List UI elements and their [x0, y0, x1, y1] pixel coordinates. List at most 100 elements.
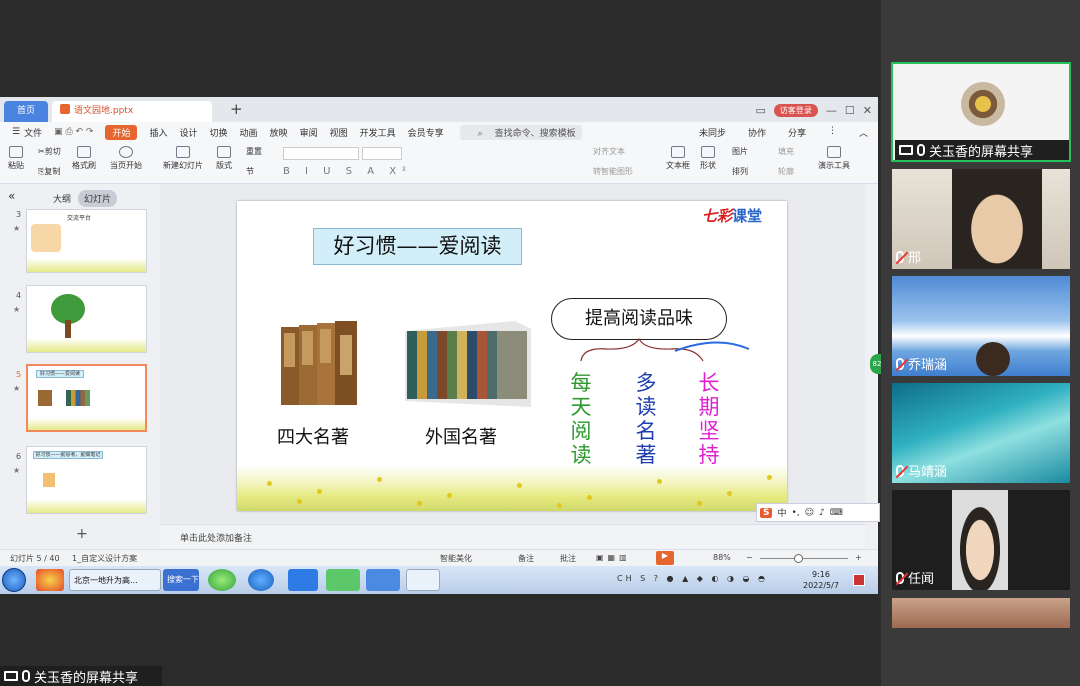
collab-button[interactable]: 协作	[748, 126, 766, 139]
participant-tile[interactable]: 乔瑞涵	[892, 276, 1070, 376]
animation-star-icon: ★	[13, 466, 21, 475]
menu-transition[interactable]: 切换	[210, 126, 228, 139]
taskbar-browser[interactable]: 北京一地升为高...	[69, 569, 161, 591]
section-button[interactable]: 节	[246, 166, 254, 177]
participant-tile[interactable]: 邢	[892, 169, 1070, 269]
menu-animation[interactable]: 动画	[240, 126, 258, 139]
notes-toggle-button[interactable]: 备注	[518, 553, 534, 564]
copy-label: 复制	[44, 167, 61, 176]
copy-button[interactable]: ⎘复制	[38, 166, 60, 177]
notification-icon[interactable]	[853, 574, 865, 586]
new-tab-button[interactable]: +	[222, 99, 251, 120]
current-slide[interactable]: 七彩课堂 好习惯——爱阅读 四大名著 外国名著 提高阅读品味 每天阅读 多读名著…	[237, 201, 787, 511]
ime-toolbar[interactable]: S 中 •, ☺ ♪ ⌨	[756, 503, 880, 522]
notes-pane[interactable]: 单击此处添加备注	[160, 524, 865, 549]
slide-thumb-3[interactable]: 交流平台	[26, 209, 147, 273]
font-size-select[interactable]	[362, 147, 402, 160]
zoom-slider-knob[interactable]	[794, 554, 803, 563]
menu-start[interactable]: 开始	[105, 124, 138, 140]
menu-insert[interactable]: 插入	[149, 126, 167, 139]
app-icon-wechat[interactable]	[326, 569, 360, 591]
command-search[interactable]: ⌕ 查找命令、搜索模板	[459, 124, 582, 140]
presentation-tools-button[interactable]: 演示工具	[818, 146, 850, 171]
app-icon-k[interactable]	[248, 569, 274, 591]
app-icon-green[interactable]	[208, 569, 236, 591]
zoom-out-icon[interactable]: −	[746, 553, 753, 562]
zoom-in-icon[interactable]: +	[855, 553, 862, 562]
app-icon-wps[interactable]	[406, 569, 440, 591]
more-icon[interactable]: ⋮	[828, 126, 837, 139]
zoom-slider-track[interactable]	[760, 558, 848, 559]
new-slide-button[interactable]: 新建幻灯片	[163, 146, 203, 171]
tab-home[interactable]: 首页	[4, 101, 48, 122]
view-mode-icons[interactable]: ▣▦▥	[596, 553, 631, 562]
pptx-file-icon	[60, 104, 70, 114]
comments-toggle-button[interactable]: 批注	[560, 553, 576, 564]
participant-label: 乔瑞涵	[896, 354, 947, 373]
slide-thumb-5[interactable]: 好习惯——爱阅读	[26, 364, 147, 432]
outline-button[interactable]: 轮廓	[778, 166, 794, 177]
emoji-icon[interactable]: ☺	[805, 508, 814, 518]
arrange-button[interactable]: 排列	[732, 166, 748, 177]
format-painter-button[interactable]: 格式刷	[72, 146, 96, 171]
picture-button[interactable]: 图片	[732, 146, 748, 157]
play-from-current-button[interactable]: 当页开始	[110, 146, 142, 171]
collapse-ribbon-icon[interactable]: ︿	[859, 126, 868, 139]
participant-tile-partial[interactable]	[892, 598, 1070, 628]
voice-icon[interactable]: ♪	[819, 508, 825, 518]
paste-button[interactable]: 粘贴	[8, 146, 24, 171]
share-button[interactable]: 分享	[788, 126, 806, 139]
participant-tile-active[interactable]: 关玉香的屏幕共享	[891, 62, 1071, 162]
text-box-button[interactable]: 文本框	[666, 146, 690, 171]
shape-button[interactable]: 形状	[700, 146, 716, 171]
layout-button[interactable]: 版式	[216, 146, 232, 171]
outline-tab[interactable]: 大纲	[53, 192, 71, 205]
menu-member[interactable]: 会员专享	[408, 126, 444, 139]
align-text-button[interactable]: 对齐文本	[593, 146, 625, 157]
quick-tools-icon[interactable]: ▣ ⎙ ↶ ↷	[54, 127, 93, 137]
sync-status[interactable]: 未同步	[699, 126, 726, 139]
menu-file[interactable]: 文件	[24, 126, 42, 139]
taskbar-search[interactable]: 搜索一下	[163, 569, 199, 591]
smart-beautify-button[interactable]: 智能美化	[440, 553, 472, 564]
participant-name: 邢	[908, 251, 922, 266]
smart-art-button[interactable]: 转智能图形	[593, 166, 633, 177]
system-tray[interactable]: CH S ? ● ▲ ◆ ◐ ◑ ◒ ◓	[617, 574, 768, 583]
fill-button[interactable]: 填充	[778, 146, 794, 157]
participant-tile[interactable]: 任闻	[892, 490, 1070, 590]
ime-mode[interactable]: 中	[777, 506, 786, 519]
format-icons[interactable]: B I U S A X²	[283, 166, 412, 177]
slide-thumb-6[interactable]: 好习惯——勤思考，勤做笔记	[26, 446, 147, 514]
menu-bar: ☰ 文件 ▣ ⎙ ↶ ↷ 开始 插入 设计 切换 动画 放映 审阅 视图 开发工…	[0, 122, 878, 142]
maximize-icon[interactable]: ☐	[845, 104, 855, 117]
menu-review[interactable]: 审阅	[300, 126, 318, 139]
slide-thumb-4[interactable]	[26, 285, 147, 353]
font-family-select[interactable]	[283, 147, 359, 160]
reset-button[interactable]: 重置	[246, 146, 262, 157]
keyboard-icon[interactable]: ⌨	[830, 508, 843, 518]
app-icon-360[interactable]	[36, 569, 64, 591]
thumb-title: 交流平台	[67, 215, 92, 222]
app-icon-meeting[interactable]	[288, 569, 318, 591]
cut-button[interactable]: ✂剪切	[38, 146, 61, 157]
mic-icon	[917, 144, 925, 156]
menu-design[interactable]: 设计	[180, 126, 198, 139]
add-slide-button[interactable]: +	[76, 526, 88, 542]
visitor-login-button[interactable]: 访客登录	[773, 103, 818, 117]
menu-icon[interactable]: ☰	[12, 127, 20, 137]
four-classics-books-image	[281, 321, 357, 405]
menu-devtools[interactable]: 开发工具	[360, 126, 396, 139]
app-icon-tool[interactable]	[366, 569, 400, 591]
collapse-panel-icon[interactable]: «	[8, 189, 15, 203]
menu-slideshow[interactable]: 放映	[270, 126, 288, 139]
slides-tab[interactable]: 幻灯片	[78, 190, 118, 207]
page-icon[interactable]: ▭	[756, 104, 766, 117]
close-icon[interactable]: ✕	[863, 104, 872, 117]
punct-icon[interactable]: •,	[792, 508, 800, 518]
minimize-icon[interactable]: —	[826, 104, 837, 117]
play-slideshow-icon[interactable]: ▶	[656, 551, 674, 565]
tab-document[interactable]: 语文园地.pptx	[52, 101, 212, 122]
menu-view[interactable]: 视图	[330, 126, 348, 139]
participant-tile[interactable]: 马靖涵	[892, 383, 1070, 483]
start-button[interactable]	[2, 568, 26, 592]
